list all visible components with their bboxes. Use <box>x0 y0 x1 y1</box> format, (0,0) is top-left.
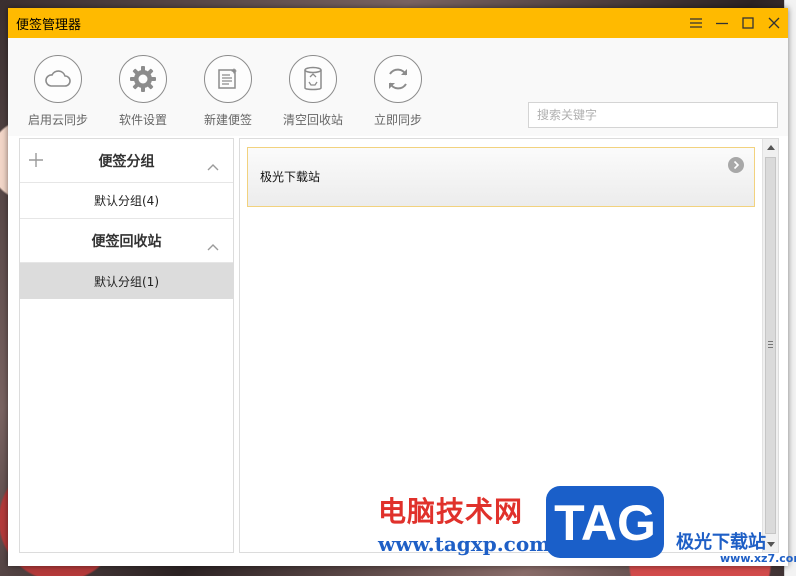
logo-text: TAG <box>554 495 656 551</box>
add-group-button[interactable] <box>28 152 44 172</box>
gear-icon <box>119 55 167 103</box>
triangle-up-icon <box>766 144 775 150</box>
note-title: 极光下载站 <box>260 170 321 184</box>
title-bar[interactable]: 便签管理器 <box>8 8 788 38</box>
chevron-up-icon <box>207 164 219 171</box>
recycle-bin-icon <box>289 55 337 103</box>
new-note-button[interactable]: 新建便签 <box>188 55 268 128</box>
toolbar: 启用云同步 软件设置 新建便签 清空回收站 立即同步 搜索关键字 <box>8 38 788 136</box>
group-title: 便签回收站 <box>91 233 162 250</box>
vertical-scrollbar[interactable] <box>762 139 778 552</box>
enable-cloud-sync-label: 启用云同步 <box>27 113 88 127</box>
collapse-button[interactable] <box>207 156 219 175</box>
new-note-label: 新建便签 <box>203 113 252 127</box>
window-controls <box>690 8 780 38</box>
sync-now-label: 立即同步 <box>373 113 422 127</box>
empty-recycle-bin-button[interactable]: 清空回收站 <box>273 55 353 128</box>
collapse-button[interactable] <box>207 236 219 255</box>
close-icon <box>768 17 780 29</box>
maximize-button[interactable] <box>742 17 754 29</box>
software-settings-button[interactable]: 软件设置 <box>103 55 183 128</box>
software-settings-label: 软件设置 <box>118 113 167 127</box>
maximize-icon <box>742 17 754 29</box>
search-input[interactable] <box>528 102 778 128</box>
chevron-right-circle-icon <box>728 157 744 173</box>
new-note-icon <box>204 55 252 103</box>
enable-cloud-sync-button[interactable]: 启用云同步 <box>18 55 98 128</box>
tag-logo: TAG <box>546 486 664 558</box>
close-button[interactable] <box>768 17 780 29</box>
minimize-button[interactable] <box>716 17 728 29</box>
sidebar-item-label: 默认分组(1) <box>94 274 159 289</box>
triangle-down-icon <box>766 541 775 547</box>
sync-now-button[interactable]: 立即同步 <box>358 55 438 128</box>
note-card[interactable]: 极光下载站 <box>247 147 755 207</box>
watermark-site-url: www.xz7.com <box>720 552 796 565</box>
group-header-recycle-bin[interactable]: 便签回收站 <box>20 219 233 263</box>
empty-recycle-bin-label: 清空回收站 <box>282 113 343 127</box>
minimize-icon <box>716 22 728 25</box>
grip-icon <box>768 341 773 348</box>
sidebar: 便签分组 默认分组(4) 便签回收站 默认分组(1) <box>19 138 234 553</box>
hamburger-icon <box>690 18 702 28</box>
plus-icon <box>29 153 43 167</box>
group-title: 便签分组 <box>98 153 155 170</box>
app-window: 便签管理器 启用云同步 软件设置 新建便签 清空回收站 立即同步 搜索关键字 便… <box>8 8 788 566</box>
cloud-icon <box>34 55 82 103</box>
menu-button[interactable] <box>690 17 702 29</box>
group-header-notes[interactable]: 便签分组 <box>20 139 233 183</box>
sidebar-item-default-group[interactable]: 默认分组(4) <box>20 183 233 219</box>
watermark-text: 电脑技术网 <box>378 495 524 528</box>
watermark-site-name: 极光下载站 <box>676 532 766 553</box>
scrollbar-thumb[interactable] <box>765 157 776 534</box>
chevron-up-icon <box>207 244 219 251</box>
sidebar-item-label: 默认分组(4) <box>94 194 159 208</box>
window-title: 便签管理器 <box>16 17 82 33</box>
sync-icon <box>374 55 422 103</box>
note-open-button[interactable] <box>728 157 744 177</box>
watermark-url: www.tagxp.com <box>378 532 551 556</box>
scroll-up-button[interactable] <box>763 139 778 155</box>
sidebar-item-recycle-default-group[interactable]: 默认分组(1) <box>20 263 233 299</box>
